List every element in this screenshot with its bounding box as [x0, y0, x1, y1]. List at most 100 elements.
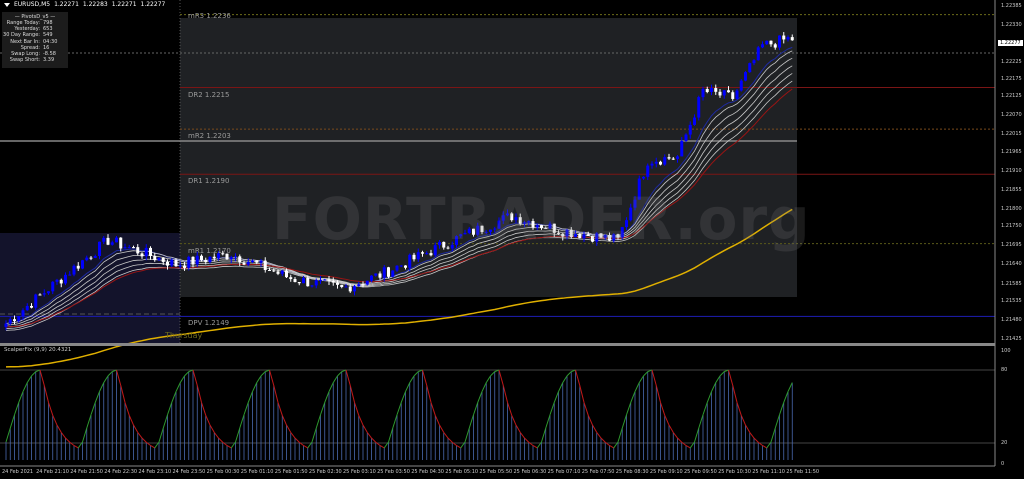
- time-tick-label: 25 Feb 03:10: [343, 469, 376, 475]
- candle: [408, 254, 412, 268]
- candle: [246, 262, 250, 265]
- time-tick-label: 25 Feb 11:50: [786, 469, 820, 475]
- candle: [285, 270, 288, 278]
- symbol: EURUSD,M5: [14, 1, 51, 8]
- candle: [195, 255, 199, 265]
- pivot-label-mr3: mR3 1.2236: [188, 11, 231, 20]
- osc-line: [65, 437, 71, 443]
- osc-line: [749, 432, 755, 439]
- osc-line: [324, 391, 330, 403]
- candle: [748, 63, 752, 73]
- osc-line: [575, 369, 581, 386]
- osc-line: [643, 371, 649, 377]
- candle: [387, 267, 390, 277]
- osc-line: [235, 427, 241, 443]
- candle: [174, 259, 178, 267]
- time-tick-label: 25 Feb 09:10: [649, 469, 683, 475]
- candle: [646, 165, 650, 177]
- candle: [81, 260, 84, 269]
- osc-line: [213, 432, 219, 439]
- candle: [654, 161, 658, 164]
- price-tick-label: 1.21800: [1001, 205, 1022, 212]
- candle: [110, 242, 114, 245]
- price-tick-label: 1.22015: [1001, 131, 1022, 138]
- time-tick-label: 25 Feb 07:10: [547, 469, 581, 475]
- candle: [714, 88, 718, 92]
- osc-line: [677, 437, 683, 443]
- indicator-level-label: 0: [1001, 461, 1005, 467]
- time-tick-label: 24 Feb 22:30: [104, 469, 138, 475]
- candle: [4, 323, 8, 327]
- osc-line: [728, 369, 734, 386]
- candle: [412, 254, 416, 260]
- osc-line: [651, 369, 657, 386]
- osc-line: [426, 385, 432, 403]
- candle: [170, 259, 174, 266]
- price-tick-label: 1.22385: [1001, 3, 1022, 9]
- candle: [106, 237, 110, 245]
- osc-line: [485, 375, 491, 383]
- osc-line: [43, 385, 49, 403]
- osc-line: [362, 424, 368, 433]
- candle: [353, 286, 356, 292]
- osc-line: [502, 385, 508, 403]
- candle: [357, 284, 361, 287]
- osc-line: [515, 424, 521, 433]
- osc-line: [120, 385, 126, 403]
- watermark: FORTRADER.org: [272, 185, 811, 253]
- osc-line: [328, 382, 334, 392]
- osc-line: [5, 427, 11, 443]
- osc-line: [315, 414, 321, 429]
- time-tick-label: 25 Feb 01:10: [240, 469, 274, 475]
- pivot-label-dpv: DPV 1.2149: [188, 319, 230, 328]
- pane-separator[interactable]: [0, 343, 995, 346]
- time-tick-label: 25 Feb 10:30: [718, 469, 751, 475]
- osc-line: [430, 402, 436, 416]
- osc-line: [630, 391, 636, 403]
- candle: [718, 91, 722, 96]
- time-tick-label: 25 Feb 11:10: [752, 469, 785, 475]
- candle: [25, 305, 29, 311]
- osc-line: [303, 445, 308, 449]
- osc-line: [332, 375, 338, 383]
- candle: [782, 35, 786, 40]
- osc-line: [583, 402, 589, 416]
- candle: [676, 156, 679, 159]
- osc-line: [519, 432, 525, 439]
- candle: [765, 40, 769, 45]
- osc-line: [770, 427, 776, 443]
- candle: [200, 255, 203, 260]
- osc-line: [86, 414, 92, 429]
- candle: [115, 237, 118, 243]
- osc-line: [439, 424, 445, 433]
- osc-line: [706, 391, 712, 403]
- candle: [778, 35, 781, 48]
- osc-line: [592, 424, 598, 433]
- price-tick-label: 1.21480: [1001, 316, 1022, 323]
- candle: [161, 257, 165, 262]
- time-tick-label: 25 Feb 03:50: [377, 469, 410, 475]
- candle: [17, 316, 21, 322]
- candle: [187, 256, 191, 268]
- collapse-icon[interactable]: [4, 2, 10, 7]
- osc-line: [579, 385, 585, 403]
- osc-line: [477, 391, 483, 403]
- candle: [739, 80, 743, 91]
- candle: [323, 279, 327, 281]
- osc-line: [107, 371, 113, 377]
- candle: [119, 237, 123, 249]
- price-tick-label: 1.21750: [1001, 223, 1022, 230]
- osc-line: [158, 427, 164, 443]
- osc-line: [490, 371, 496, 377]
- osc-line: [116, 369, 122, 386]
- time-tick-label: 25 Feb 00:30: [206, 469, 240, 475]
- osc-line: [205, 415, 211, 426]
- osc-line: [175, 382, 181, 392]
- time-tick-label: 25 Feb 09:50: [684, 469, 717, 475]
- indicator-level-label: 100: [1001, 348, 1011, 354]
- candle: [642, 176, 645, 179]
- candle: [659, 161, 662, 165]
- osc-line: [171, 391, 177, 403]
- osc-line: [400, 391, 406, 403]
- osc-line: [137, 432, 143, 439]
